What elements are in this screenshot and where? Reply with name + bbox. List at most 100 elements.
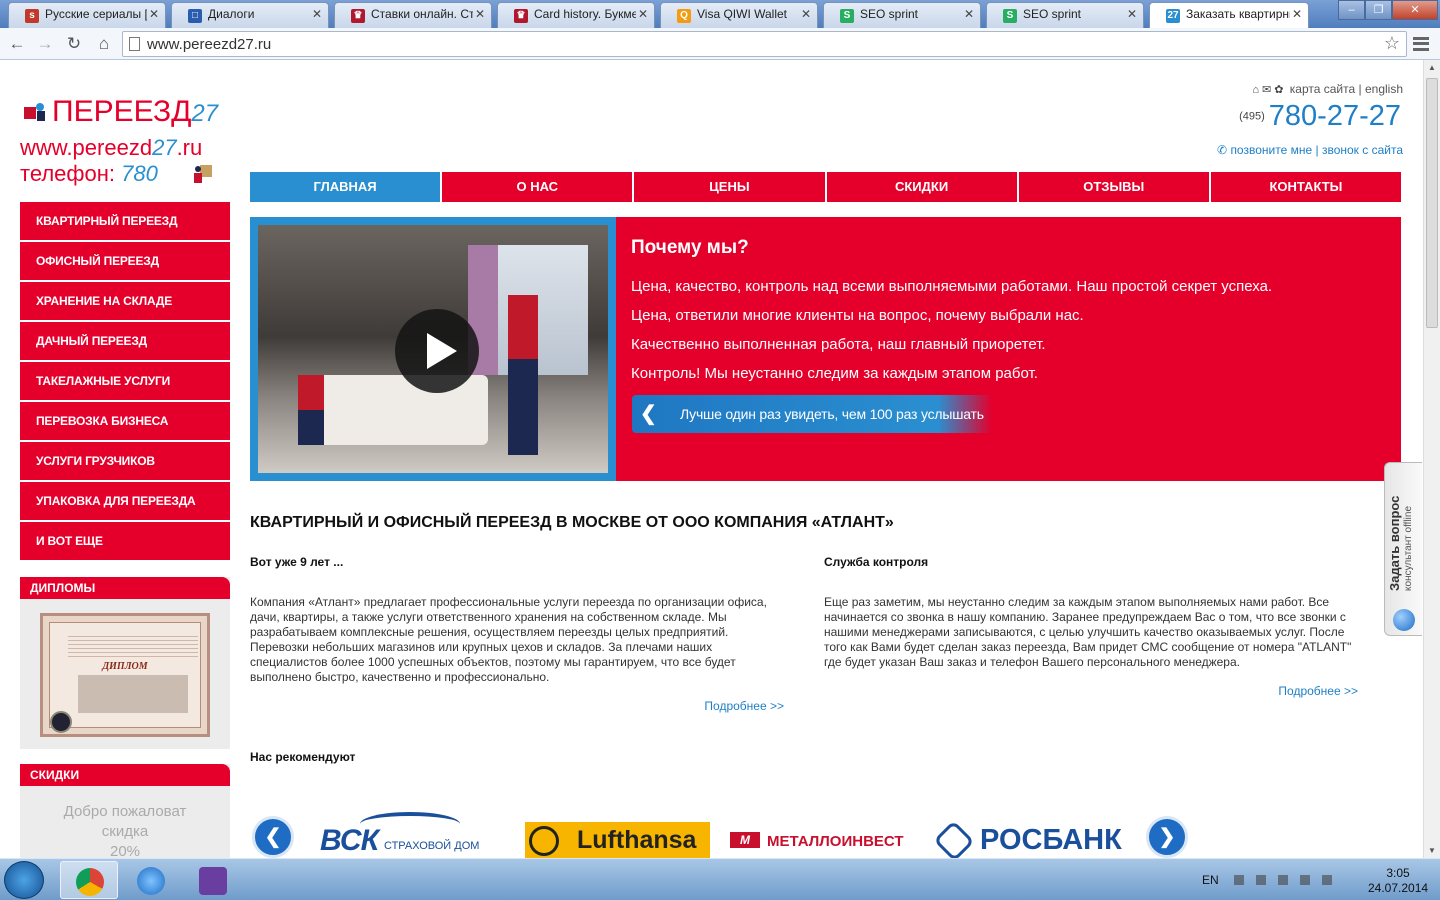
vertical-scrollbar[interactable]: ▲ ▼ (1423, 60, 1440, 858)
sidebar-item[interactable]: ДАЧНЫЙ ПЕРЕЕЗД (20, 322, 230, 360)
nav-item[interactable]: О НАС (442, 172, 633, 202)
sidebar-item[interactable]: УПАКОВКА ДЛЯ ПЕРЕЕЗДА (20, 482, 230, 520)
forward-icon[interactable]: → (34, 33, 56, 55)
why-us-banner: Почему мы? Цена, качество, контроль над … (250, 217, 1401, 481)
taskbar-chrome[interactable] (60, 861, 118, 899)
browser-tab[interactable]: ♛ Card history. Букме ✕ (497, 2, 655, 28)
more-link[interactable]: Подробнее >> (824, 684, 1358, 698)
browser-tab[interactable]: S SEO sprint ✕ (986, 2, 1144, 28)
tab-close-icon[interactable]: ✕ (801, 7, 811, 21)
volume-icon[interactable] (1322, 875, 1332, 885)
column-years: Вот уже 9 лет ... Компания «Атлант» пред… (250, 555, 784, 713)
see-once-button[interactable]: ❮ Лучше один раз увидеть, чем 100 раз ус… (632, 395, 992, 433)
partner-rosbank-logo[interactable]: РОСБАНК (933, 820, 1122, 858)
call-from-site-link[interactable]: звонок с сайта (1322, 143, 1403, 157)
browser-tab[interactable]: S SEO sprint ✕ (823, 2, 981, 28)
minimize-icon[interactable]: – (1338, 0, 1365, 20)
scroll-up-icon[interactable]: ▲ (1428, 63, 1436, 72)
tab-close-icon[interactable]: ✕ (964, 7, 974, 21)
nav-item[interactable]: ЦЕНЫ (634, 172, 825, 202)
partner-metalloinvest-logo[interactable]: M МЕТАЛЛОИНВЕСТ (730, 822, 915, 858)
tab-close-icon[interactable]: ✕ (1292, 7, 1302, 21)
nav-item[interactable]: КОНТАКТЫ (1210, 172, 1402, 202)
network-icon[interactable] (1300, 875, 1310, 885)
language-indicator[interactable]: EN (1202, 873, 1219, 887)
partner-lufthansa-logo[interactable]: Lufthansa (525, 822, 710, 858)
scrollbar-thumb[interactable] (1426, 78, 1438, 328)
sidebar-item[interactable]: ХРАНЕНИЕ НА СКЛАДЕ (20, 282, 230, 320)
diploma-image[interactable]: ДИПЛОМ (40, 613, 210, 737)
why-us-title: Почему мы? (631, 237, 749, 258)
taskbar-ie[interactable] (122, 861, 180, 899)
column-text: Компания «Атлант» предлагает профессиона… (250, 595, 767, 684)
address-bar[interactable]: ☆ (122, 31, 1407, 57)
page-icon (129, 37, 140, 51)
tab-close-icon[interactable]: ✕ (475, 7, 485, 21)
tab-close-icon[interactable]: ✕ (149, 7, 159, 21)
phone-number[interactable]: 780-27-27 (1269, 100, 1401, 132)
sidebar-item[interactable]: ТАКЕЛАЖНЫЕ УСЛУГИ (20, 362, 230, 400)
partner-vsk-logo[interactable]: ВСК СТРАХОВОЙ ДОМ (320, 812, 506, 858)
home-small-icon[interactable]: ⌂ (1252, 84, 1259, 96)
video-thumbnail (258, 225, 608, 473)
chrome-menu-icon[interactable] (1413, 37, 1429, 51)
url-input[interactable] (147, 34, 1377, 54)
reload-icon[interactable]: ↻ (63, 33, 85, 55)
call-me-link[interactable]: позвоните мне (1230, 143, 1312, 157)
sitemap-link[interactable]: карта сайта (1290, 82, 1355, 96)
scroll-down-icon[interactable]: ▼ (1428, 846, 1436, 855)
maximize-icon[interactable]: ❐ (1365, 0, 1392, 20)
carousel-prev-button[interactable]: ❮ (252, 816, 294, 858)
english-link[interactable]: english (1365, 82, 1403, 96)
video-player[interactable] (250, 217, 616, 481)
tab-close-icon[interactable]: ✕ (1127, 7, 1137, 21)
separator: | (1315, 143, 1319, 157)
tray-arrow-icon[interactable] (1234, 875, 1244, 885)
sidebar-item[interactable]: ОФИСНЫЙ ПЕРЕЕЗД (20, 242, 230, 280)
mail-small-icon[interactable]: ✉ (1262, 84, 1271, 96)
browser-tab[interactable]: Q Visa QIWI Wallet ✕ (660, 2, 818, 28)
header-phone: (495) 780-27-27 (1239, 100, 1401, 133)
nav-item[interactable]: ГЛАВНАЯ (250, 172, 441, 202)
ask-question-widget[interactable]: Задать вопрос консультант offline (1384, 462, 1422, 636)
back-icon[interactable]: ← (6, 33, 28, 55)
sidebar-item[interactable]: КВАРТИРНЫЙ ПЕРЕЕЗД (20, 202, 230, 240)
why-us-line: Качественно выполненная работа, наш глав… (631, 336, 1046, 353)
main-nav: ГЛАВНАЯ О НАС ЦЕНЫ СКИДКИ ОТЗЫВЫ КОНТАКТЫ (250, 172, 1402, 202)
browser-tab[interactable]: □ Диалоги ✕ (171, 2, 329, 28)
tab-title: Заказать квартирнь (1186, 7, 1290, 21)
tab-close-icon[interactable]: ✕ (638, 7, 648, 21)
sidebar-item[interactable]: И ВОТ ЕЩЕ (20, 522, 230, 560)
taskbar-vs[interactable] (184, 861, 242, 899)
browser-tab[interactable]: s Русские сериалы [в ✕ (8, 2, 166, 28)
discounts-box: СКИДКИ Добро пожаловат скидка 20% (20, 764, 230, 858)
start-button[interactable] (4, 861, 44, 899)
tab-favicon-icon: □ (188, 9, 202, 23)
close-window-icon[interactable]: ✕ (1392, 0, 1438, 20)
browser-tab[interactable]: 27 Заказать квартирнь ✕ (1149, 2, 1309, 28)
why-us-line: Цена, ответили многие клиенты на вопрос,… (631, 307, 1084, 324)
tray-flag-icon[interactable] (1256, 875, 1266, 885)
clock[interactable]: 3:05 24.07.2014 (1368, 866, 1428, 896)
diploma-caption: ДИПЛОМ (102, 661, 148, 672)
nav-item[interactable]: ОТЗЫВЫ (1018, 172, 1209, 202)
rosbank-mark-icon (933, 820, 975, 858)
play-icon[interactable] (395, 309, 479, 393)
sidebar-item[interactable]: УСЛУГИ ГРУЗЧИКОВ (20, 442, 230, 480)
sidebar-item[interactable]: ПЕРЕВОЗКА БИЗНЕСА (20, 402, 230, 440)
tray-device-icon[interactable] (1278, 875, 1288, 885)
tab-close-icon[interactable]: ✕ (312, 7, 322, 21)
home-icon[interactable]: ⌂ (93, 33, 115, 55)
bookmark-star-icon[interactable]: ☆ (1384, 33, 1400, 54)
more-link[interactable]: Подробнее >> (250, 699, 784, 713)
sitemap-small-icon[interactable]: ✿ (1274, 84, 1283, 96)
rosbank-wordmark: РОСБАНК (980, 824, 1122, 856)
diploma-frame: ДИПЛОМ (49, 622, 201, 733)
visual-studio-icon (199, 867, 227, 895)
mover-logo-icon (194, 165, 212, 183)
see-once-label: Лучше один раз увидеть, чем 100 раз услы… (680, 406, 984, 422)
site-logo[interactable]: ПЕРЕЕЗД27 www.pereezd27.ru телефон: 780 (20, 95, 235, 190)
nav-item[interactable]: СКИДКИ (826, 172, 1017, 202)
browser-tab[interactable]: ♛ Ставки онлайн. Ста ✕ (334, 2, 492, 28)
carousel-next-button[interactable]: ❯ (1146, 816, 1188, 858)
